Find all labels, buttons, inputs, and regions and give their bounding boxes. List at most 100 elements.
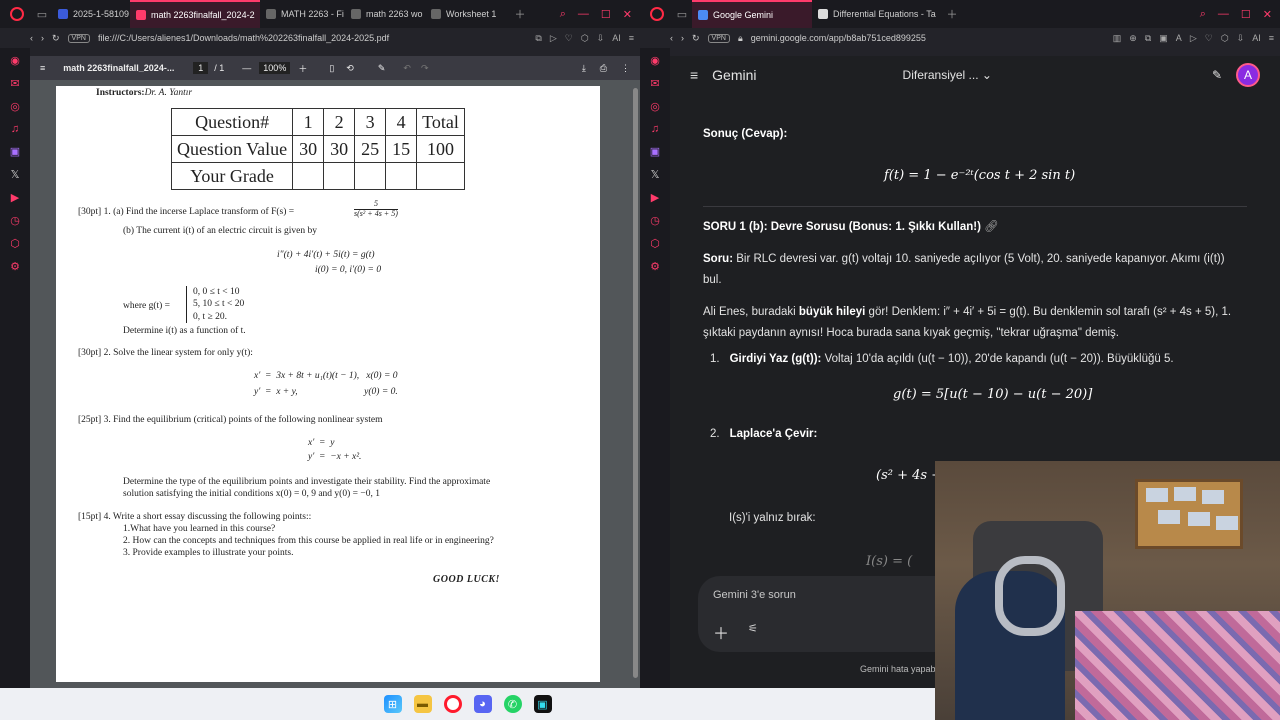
history-icon[interactable]: ◷ (650, 214, 660, 227)
fit-page-icon[interactable]: ▯ (329, 63, 334, 74)
ai-icon[interactable]: AI (1252, 33, 1261, 44)
reload-icon[interactable]: ↻ (52, 33, 60, 44)
settings-icon[interactable]: ⚙ (10, 260, 20, 273)
zoom-out-icon[interactable]: — (242, 63, 251, 73)
translate-icon[interactable]: A (1176, 33, 1182, 44)
tab-3[interactable]: MATH 2263 - Fi (260, 0, 345, 28)
annotate-icon[interactable]: ✎ (378, 63, 386, 74)
forward-icon[interactable]: › (41, 33, 44, 43)
add-attachment-icon[interactable]: ＋ (713, 620, 729, 644)
pdf-scrollbar[interactable] (633, 88, 638, 678)
avatar[interactable]: A (1236, 63, 1260, 87)
extensions-icon[interactable]: ⬡ (1221, 33, 1229, 44)
windows-start-icon[interactable]: ⊞ (383, 695, 402, 713)
x-icon[interactable]: 𝕏 (11, 168, 20, 181)
back-icon[interactable]: ‹ (670, 33, 673, 43)
zoom-in-icon[interactable]: ＋ (298, 62, 307, 75)
discord-icon[interactable]: ◕ (473, 695, 492, 713)
settings-icon[interactable]: ⚙ (650, 260, 660, 273)
download-icon[interactable]: ⇩ (597, 33, 605, 44)
minimize-icon[interactable]: — (1218, 8, 1229, 21)
twitch-icon[interactable]: ▣ (650, 145, 660, 158)
pinboard-icon[interactable]: ⬡ (10, 237, 20, 250)
twitch-icon[interactable]: ▣ (10, 145, 20, 158)
forward-icon[interactable]: › (681, 33, 684, 43)
aria-icon[interactable]: ◉ (10, 54, 20, 67)
menu-icon[interactable]: ≡ (1269, 33, 1274, 44)
instagram-icon[interactable]: ◎ (650, 100, 660, 113)
music-icon[interactable]: ♫ (11, 123, 19, 135)
hamburger-menu-icon[interactable]: ≡ (690, 67, 698, 83)
file-explorer-icon[interactable]: ▬ (413, 695, 432, 713)
flow-icon[interactable]: ▷ (1190, 33, 1197, 44)
vpn-badge[interactable]: VPN (67, 33, 90, 43)
workspace-icon[interactable]: ▭ (32, 8, 52, 21)
menu-icon[interactable]: ≡ (629, 33, 634, 44)
pinboard-icon[interactable]: ⬡ (650, 237, 660, 250)
tab-gemini-active[interactable]: Google Gemini (692, 0, 812, 28)
url-text[interactable]: file:///C:/Users/alienes1/Downloads/math… (98, 33, 389, 43)
more-options-icon[interactable]: ⋮ (621, 63, 630, 74)
search-tabs-icon[interactable]: ⌕ (1200, 8, 1206, 21)
tab-4[interactable]: math 2263 wo (345, 0, 425, 28)
music-icon[interactable]: ♫ (651, 123, 659, 135)
undo-icon[interactable]: ↶ (403, 63, 411, 74)
ai-icon[interactable]: AI (612, 33, 621, 44)
gemini-favicon-icon (698, 10, 708, 20)
pdf-menu-icon[interactable]: ≡ (40, 63, 45, 73)
maximize-icon[interactable]: ☐ (1241, 8, 1251, 21)
gemini-brand[interactable]: Gemini (712, 67, 756, 83)
new-tab-icon[interactable]: ＋ (942, 6, 962, 22)
snapshot-icon[interactable]: ⧉ (1145, 33, 1151, 44)
workspace-icon[interactable]: ▭ (672, 8, 692, 21)
rotate-icon[interactable]: ⟲ (346, 63, 354, 74)
zoom-icon[interactable]: ⊕ (1129, 33, 1137, 44)
reload-icon[interactable]: ↻ (692, 33, 700, 44)
search-tabs-icon[interactable]: ⌕ (560, 8, 566, 21)
player-icon[interactable]: ▶ (651, 191, 659, 204)
new-chat-icon[interactable]: ✎ (1212, 68, 1222, 82)
zoom-level[interactable]: 100% (259, 62, 291, 74)
tools-icon[interactable]: ⚟ (748, 622, 758, 635)
page-number-input[interactable]: 1 (193, 62, 209, 74)
flow-icon[interactable]: ▷ (550, 33, 557, 44)
download-icon[interactable]: ⇩ (1237, 33, 1245, 44)
screenshot-icon[interactable]: ▣ (1159, 33, 1168, 44)
whatsapp-icon[interactable]: ✆ (503, 695, 522, 713)
messenger-icon[interactable]: ✉ (650, 77, 659, 90)
prompt-input[interactable]: Gemini 3'e sorun (713, 589, 796, 601)
opera-icon[interactable] (443, 695, 462, 713)
history-icon[interactable]: ◷ (10, 214, 20, 227)
tab-2-active[interactable]: math 2263finalfall_2024-2✕ (130, 0, 260, 28)
tab-1[interactable]: 2025-1-58109 (52, 0, 130, 28)
vpn-badge[interactable]: VPN (707, 33, 730, 43)
heart-icon[interactable]: ♡ (565, 33, 573, 44)
close-window-icon[interactable]: ✕ (1263, 8, 1272, 21)
opera-logo-icon[interactable] (10, 7, 24, 21)
back-icon[interactable]: ‹ (30, 33, 33, 43)
new-tab-icon[interactable]: ＋ (510, 6, 530, 22)
tab-5[interactable]: Worksheet 1 (425, 0, 510, 28)
maximize-icon[interactable]: ☐ (601, 8, 611, 21)
aria-icon[interactable]: ◉ (650, 54, 660, 67)
url-text[interactable]: gemini.google.com/app/b8ab751ced899255 (751, 33, 926, 43)
pdf-download-icon[interactable]: ⤓ (582, 63, 586, 74)
print-icon[interactable]: ⎙ (600, 63, 607, 74)
link-icon[interactable]: 🔗︎ (984, 221, 999, 233)
redo-icon[interactable]: ↷ (421, 63, 429, 74)
minimize-icon[interactable]: — (578, 8, 589, 21)
pdf-viewer[interactable]: Instructors:Dr. A. Yantır Question# 1 2 3 4 T… (30, 80, 640, 688)
chat-title-dropdown[interactable]: Diferansiyel ... ⌄ (903, 68, 992, 82)
opera-logo-icon[interactable] (650, 7, 664, 21)
snapshot-icon[interactable]: ⧉ (535, 33, 541, 44)
x-icon[interactable]: 𝕏 (651, 168, 660, 181)
app-icon[interactable]: ▣ (533, 695, 552, 713)
close-window-icon[interactable]: ✕ (623, 8, 632, 21)
extensions-icon[interactable]: ⬡ (581, 33, 589, 44)
heart-icon[interactable]: ♡ (1205, 33, 1213, 44)
messenger-icon[interactable]: ✉ (10, 77, 19, 90)
tab-diffeq[interactable]: Differential Equations - Ta (812, 0, 942, 28)
player-icon[interactable]: ▶ (11, 191, 19, 204)
instagram-icon[interactable]: ◎ (10, 100, 20, 113)
split-icon[interactable]: ▥ (1113, 33, 1122, 44)
